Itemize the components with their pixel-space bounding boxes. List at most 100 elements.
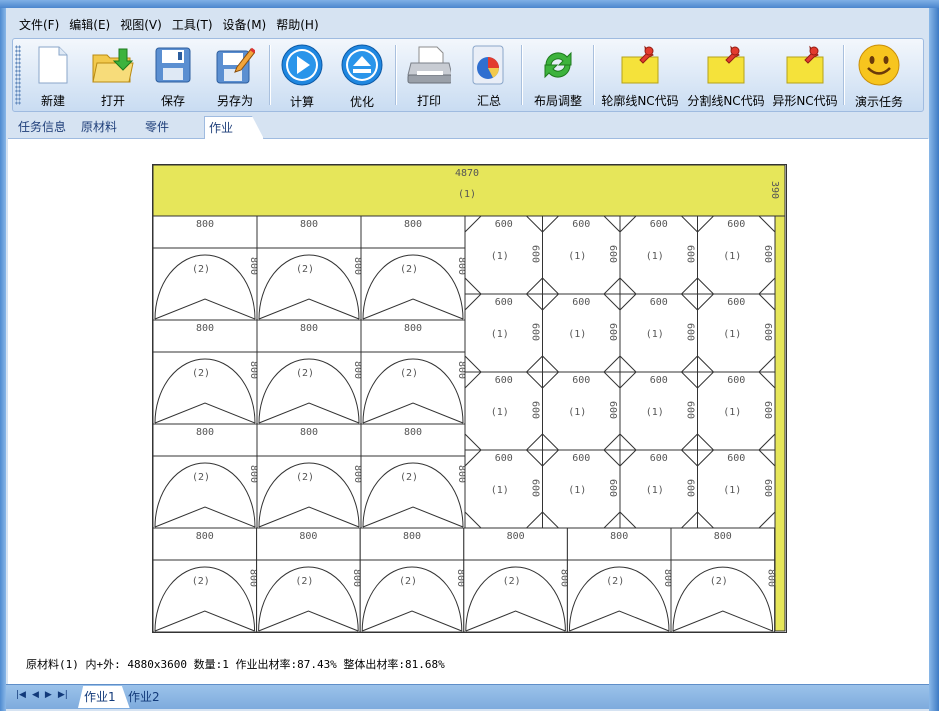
save-as-button[interactable]: 另存为	[203, 39, 267, 109]
part-2-width-label: 800	[196, 531, 214, 542]
summary-button[interactable]: 汇总	[459, 39, 519, 109]
part-2-id-label: (2)	[192, 264, 210, 275]
part-2-width-label: 800	[196, 427, 214, 438]
tab-task-info[interactable]: 任务信息	[18, 118, 66, 135]
part-1-height-label: 600	[530, 323, 541, 341]
part-1-width-label: 600	[727, 453, 745, 464]
contour-nc-label: 轮廓线NC代码	[601, 94, 679, 108]
part-2-height-label: 800	[766, 569, 777, 587]
part-1-id-label: (1)	[646, 485, 664, 496]
toolbar-separator	[395, 45, 397, 105]
menu-file[interactable]: 文件(F)	[14, 14, 64, 35]
part-2-width-label: 800	[404, 323, 422, 334]
part-2-width-label: 800	[196, 323, 214, 334]
relayout-button[interactable]: 布局调整	[525, 39, 591, 109]
part-1-width-label: 600	[495, 375, 513, 386]
part-1-id-label: (1)	[723, 407, 741, 418]
pinned-note-icon	[618, 43, 662, 86]
part-1-width-label: 600	[572, 219, 590, 230]
part-1-id-label: (1)	[568, 329, 586, 340]
floppy-pencil-icon	[213, 43, 257, 86]
part-1-width-label: 600	[727, 297, 745, 308]
menu-tools[interactable]: 工具(T)	[167, 14, 218, 35]
part-1-width-label: 600	[727, 219, 745, 230]
demo-task-button[interactable]: 演示任务	[847, 39, 911, 109]
shape-nc-label: 异形NC代码	[772, 94, 838, 108]
work-area: 4870 (1) 390 800 (2) 800 800 (2) 800 800 (2) 800 800…	[8, 139, 929, 684]
part-1-id-label: (1)	[723, 329, 741, 340]
new-button[interactable]: 新建	[23, 39, 83, 109]
menu-bar: 文件(F) 编辑(E) 视图(V) 工具(T) 设备(M) 帮助(H)	[14, 12, 324, 36]
part-2-id-label: (2)	[192, 368, 210, 379]
job-nav: |◀ ◀ ▶ ▶|	[16, 690, 68, 700]
part-1-id-label: (1)	[646, 407, 664, 418]
part-2-id-label: (2)	[295, 576, 313, 587]
printer-icon	[407, 43, 451, 86]
first-job-icon[interactable]: |◀	[16, 690, 26, 700]
part-2-width-label: 800	[300, 219, 318, 230]
toolbar: 新建 打开 保存 另存为 计算 优化 打印 汇总 布局调整 轮廓线NC代码 分割…	[12, 38, 924, 112]
shape-nc-button[interactable]: 异形NC代码	[769, 39, 841, 109]
part-1-id-label: (1)	[491, 485, 509, 496]
part-2-width-label: 800	[300, 323, 318, 334]
play-icon	[280, 43, 324, 87]
toolbar-separator	[843, 45, 845, 105]
optimize-label: 优化	[349, 95, 374, 109]
toolbar-separator	[521, 45, 523, 105]
part-2-id-label: (2)	[296, 264, 314, 275]
part-2-id-label: (2)	[400, 264, 418, 275]
part-1-id-label: (1)	[646, 329, 664, 340]
toolbar-grip[interactable]	[15, 45, 21, 105]
print-label: 打印	[416, 94, 441, 108]
menu-view[interactable]: 视图(V)	[115, 14, 167, 35]
strip-id-label: (1)	[458, 189, 476, 200]
part-1-id-label: (1)	[491, 329, 509, 340]
part-2-width-label: 800	[507, 531, 525, 542]
part-2-width-label: 800	[403, 531, 421, 542]
print-button[interactable]: 打印	[399, 39, 459, 109]
part-1-id-label: (1)	[723, 251, 741, 262]
save-as-label: 另存为	[216, 94, 253, 108]
job-status: 原材料(1) 内+外: 4880x3600 数量:1 作业出材率:87.43% …	[26, 658, 445, 671]
menu-help[interactable]: 帮助(H)	[271, 14, 323, 35]
save-button[interactable]: 保存	[143, 39, 203, 109]
calculate-label: 计算	[289, 95, 314, 109]
part-1-width-label: 600	[650, 375, 668, 386]
eject-icon	[340, 43, 384, 87]
part-1-width-label: 600	[650, 453, 668, 464]
part-1-height-label: 600	[607, 245, 618, 263]
tab-job-2[interactable]: 作业2	[122, 686, 174, 708]
part-1-height-label: 600	[685, 245, 696, 263]
contour-nc-button[interactable]: 轮廓线NC代码	[597, 39, 683, 109]
part-2-id-label: (2)	[399, 576, 417, 587]
menu-edit[interactable]: 编辑(E)	[64, 14, 115, 35]
next-job-icon[interactable]: ▶	[45, 690, 52, 700]
pinned-note-icon	[783, 43, 827, 86]
part-1-height-label: 600	[685, 479, 696, 497]
part-2-id-label: (2)	[296, 368, 314, 379]
tab-job[interactable]: 作业	[204, 116, 265, 139]
part-1-width-label: 600	[572, 297, 590, 308]
tab-parts[interactable]: 零件	[145, 118, 169, 135]
open-label: 打开	[100, 94, 125, 108]
part-2-id-label: (2)	[503, 576, 521, 587]
nesting-sheet[interactable]: 4870 (1) 390 800 (2) 800 800 (2) 800 800 (2) 800 800…	[152, 164, 788, 637]
part-1-height-label: 600	[530, 401, 541, 419]
part-1-height-label: 600	[530, 245, 541, 263]
part-1-height-label: 600	[762, 323, 773, 341]
optimize-button[interactable]: 优化	[331, 39, 393, 109]
prev-job-icon[interactable]: ◀	[32, 690, 39, 700]
part-1-height-label: 600	[607, 479, 618, 497]
folder-open-icon	[91, 43, 135, 86]
relayout-label: 布局调整	[533, 94, 582, 108]
calculate-button[interactable]: 计算	[273, 39, 331, 109]
last-job-icon[interactable]: ▶|	[58, 690, 68, 700]
menu-device[interactable]: 设备(M)	[218, 14, 272, 35]
open-button[interactable]: 打开	[83, 39, 143, 109]
part-1-height-label: 600	[685, 323, 696, 341]
part-1-width-label: 600	[495, 453, 513, 464]
tab-raw-material[interactable]: 原材料	[81, 118, 117, 135]
part-2-id-label: (2)	[400, 368, 418, 379]
split-nc-button[interactable]: 分割线NC代码	[683, 39, 769, 109]
part-2-id-label: (2)	[606, 576, 624, 587]
